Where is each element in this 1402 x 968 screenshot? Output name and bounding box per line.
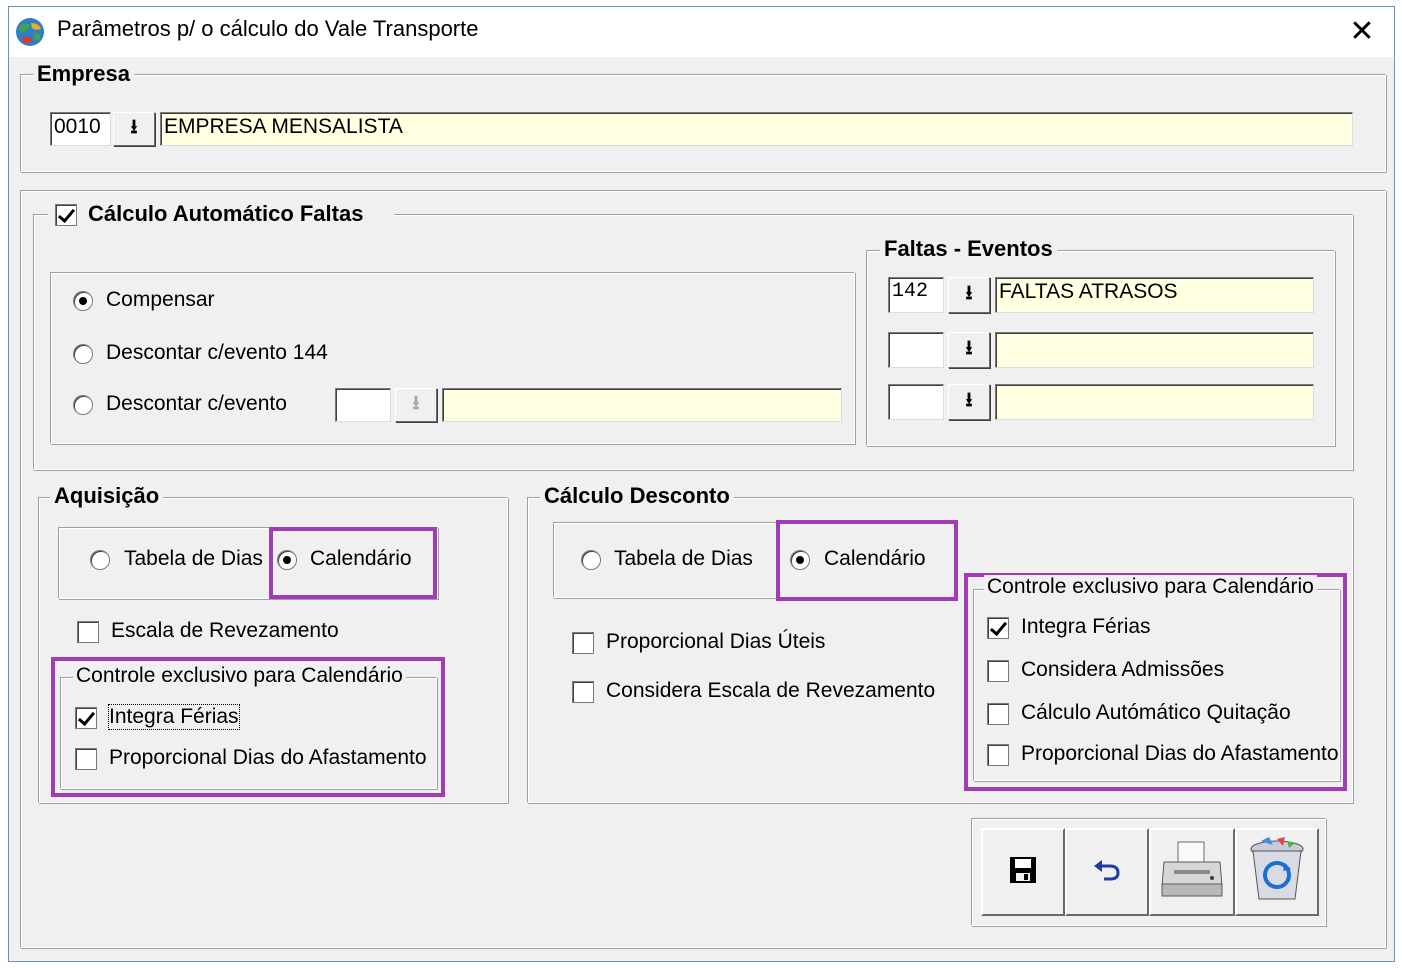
proporcional-uteis-label: Proporcional Dias Úteis (606, 630, 826, 653)
save-button[interactable] (981, 828, 1065, 916)
compensar-radio[interactable] (73, 291, 93, 311)
aquisicao-controle-legend: Controle exclusivo para Calendário (73, 664, 406, 688)
faltas-evento-desc-2[interactable] (995, 332, 1314, 368)
app-globe-icon (15, 17, 45, 47)
faltas-evento-lookup-2[interactable]: ⭳ (948, 332, 990, 368)
calculo-quitacao-label: Cálculo Autómático Quitação (1021, 701, 1291, 724)
download-arrow-icon: ⭳ (412, 392, 420, 414)
close-button[interactable]: ✕ (1340, 12, 1384, 50)
desconto-calendario-radio[interactable] (790, 550, 810, 570)
faltas-evento-lookup-3[interactable]: ⭳ (948, 384, 990, 420)
aquisicao-integra-ferias-checkbox[interactable] (75, 707, 97, 729)
desconto-tabela-radio[interactable] (581, 550, 601, 570)
empresa-legend: Empresa (33, 61, 134, 87)
save-icon (1009, 856, 1037, 889)
aquisicao-tabela-label: Tabela de Dias (124, 547, 263, 570)
desconto-proporcional-afastamento-label: Proporcional Dias do Afastamento (1021, 742, 1339, 765)
escala-revezamento-label: Escala de Revezamento (111, 619, 339, 642)
calc-faltas-checkbox[interactable] (55, 204, 77, 226)
download-arrow-icon: ⭳ (965, 282, 973, 304)
empresa-lookup-button[interactable]: ⭳ (113, 112, 155, 146)
empresa-name-field[interactable]: EMPRESA MENSALISTA (160, 112, 1353, 146)
aquisicao-controle-group (60, 677, 437, 789)
aquisicao-integra-ferias-label: Integra Férias (108, 704, 240, 730)
faltas-evento-lookup-1[interactable]: ⭳ (948, 277, 990, 313)
aquisicao-tabela-radio[interactable] (90, 550, 110, 570)
evento-desc-field[interactable] (442, 388, 842, 422)
recycle-button[interactable] (1235, 828, 1319, 916)
faltas-evento-code-2[interactable] (888, 332, 944, 368)
download-arrow-icon: ⭳ (130, 116, 138, 138)
close-icon: ✕ (1349, 14, 1375, 48)
considera-admissoes-label: Considera Admissões (1021, 658, 1225, 681)
faltas-evento-code-3[interactable] (888, 384, 944, 420)
calc-faltas-legend: Cálculo Automático Faltas (88, 201, 364, 227)
faltas-evento-desc-1[interactable]: FALTAS ATRASOS (995, 277, 1314, 313)
considera-escala-checkbox[interactable] (572, 681, 594, 703)
faltas-eventos-legend: Faltas - Eventos (880, 236, 1057, 262)
undo-icon (1092, 858, 1122, 887)
desconto-integra-ferias-label: Integra Férias (1021, 615, 1151, 638)
considera-escala-label: Considera Escala de Revezamento (606, 679, 936, 702)
desconto-controle-legend: Controle exclusivo para Calendário (984, 575, 1317, 599)
calculo-quitacao-checkbox[interactable] (987, 703, 1009, 725)
aquisicao-calendario-radio[interactable] (277, 550, 297, 570)
empresa-code-input[interactable]: 0010 (50, 112, 111, 146)
faltas-evento-code-1[interactable]: 142 (888, 277, 944, 313)
compensar-label: Compensar (106, 288, 215, 311)
undo-button[interactable] (1065, 828, 1149, 916)
printer-icon (1160, 840, 1224, 905)
aquisicao-legend: Aquisição (50, 483, 164, 509)
descontar-evento-label: Descontar c/evento (106, 392, 287, 415)
desconto-calendario-label: Calendário (824, 547, 926, 570)
evento-code-input[interactable] (335, 388, 391, 422)
escala-revezamento-checkbox[interactable] (77, 621, 99, 643)
aquisicao-calendario-label: Calendário (310, 547, 412, 570)
proporcional-uteis-checkbox[interactable] (572, 632, 594, 654)
window-title: Parâmetros p/ o cálculo do Vale Transpor… (57, 16, 479, 41)
evento-lookup-button[interactable]: ⭳ (395, 388, 437, 422)
descontar-evento-radio[interactable] (73, 395, 93, 415)
desconto-proporcional-afastamento-checkbox[interactable] (987, 744, 1009, 766)
desconto-integra-ferias-checkbox[interactable] (987, 617, 1009, 639)
download-arrow-icon: ⭳ (965, 337, 973, 359)
aquisicao-proporcional-afastamento-checkbox[interactable] (75, 748, 97, 770)
aquisicao-proporcional-afastamento-label: Proporcional Dias do Afastamento (109, 746, 427, 769)
descontar-144-label: Descontar c/evento 144 (106, 341, 328, 364)
download-arrow-icon: ⭳ (965, 389, 973, 411)
desconto-tabela-label: Tabela de Dias (614, 547, 753, 570)
faltas-evento-desc-3[interactable] (995, 384, 1314, 420)
calculo-desconto-legend: Cálculo Desconto (540, 483, 734, 509)
print-button[interactable] (1149, 828, 1235, 916)
recycle-bin-icon (1247, 836, 1307, 908)
considera-admissoes-checkbox[interactable] (987, 660, 1009, 682)
descontar-144-radio[interactable] (73, 344, 93, 364)
